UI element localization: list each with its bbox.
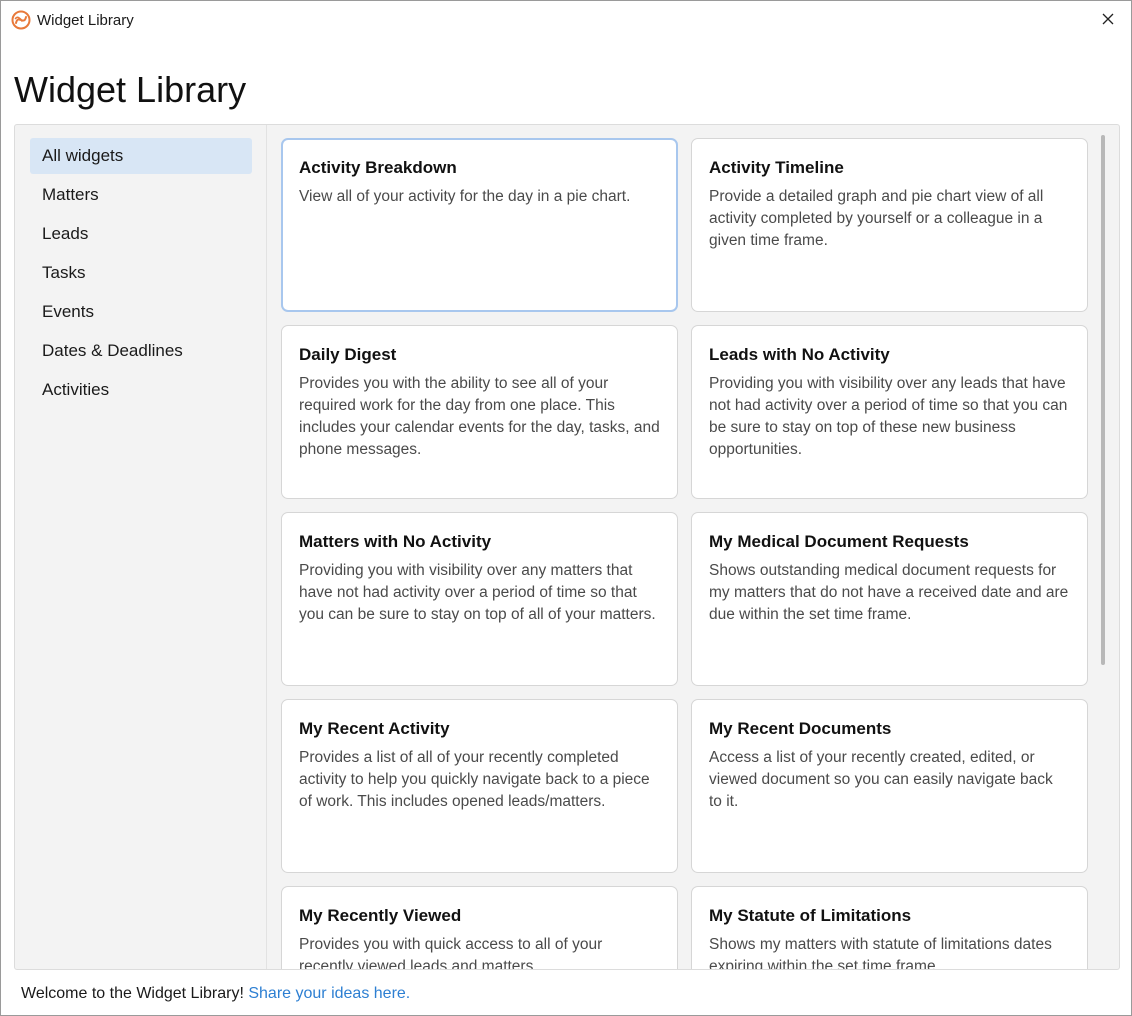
widget-description: Provide a detailed graph and pie chart v…	[709, 188, 1044, 249]
sidebar-item-all-widgets[interactable]: All widgets	[30, 138, 252, 174]
widget-description: Provides a list of all of your recently …	[299, 749, 650, 810]
page-title: Widget Library	[14, 69, 247, 110]
widget-card-leads-no-activity[interactable]: Leads with No Activity Providing you wit…	[691, 325, 1088, 499]
window-title: Widget Library	[37, 12, 134, 29]
widget-title: My Recently Viewed	[299, 906, 462, 925]
widget-title: Activity Timeline	[709, 158, 844, 177]
widget-description: Access a list of your recently created, …	[709, 749, 1053, 810]
close-icon	[1102, 12, 1114, 30]
widget-description: Shows my matters with statute of limitat…	[709, 936, 1052, 970]
category-sidebar: All widgets Matters Leads Tasks Events D…	[15, 125, 267, 969]
widget-card-grid: Activity Breakdown View all of your acti…	[281, 138, 1091, 970]
sidebar-item-leads[interactable]: Leads	[30, 216, 252, 252]
widget-card-recent-documents[interactable]: My Recent Documents Access a list of you…	[691, 699, 1088, 873]
share-ideas-link[interactable]: Share your ideas here.	[248, 985, 410, 1002]
widget-description: Providing you with visibility over any l…	[709, 375, 1068, 458]
library-panel: All widgets Matters Leads Tasks Events D…	[14, 124, 1120, 970]
sidebar-item-matters[interactable]: Matters	[30, 177, 252, 213]
widget-description: Shows outstanding medical document reque…	[709, 562, 1069, 623]
widget-card-activity-breakdown[interactable]: Activity Breakdown View all of your acti…	[281, 138, 678, 312]
widget-card-recent-activity[interactable]: My Recent Activity Provides a list of al…	[281, 699, 678, 873]
widget-title: Daily Digest	[299, 345, 397, 364]
widget-title: My Recent Activity	[299, 719, 450, 738]
widget-description: Providing you with visibility over any m…	[299, 562, 656, 623]
widget-title: Leads with No Activity	[709, 345, 890, 364]
widget-card-daily-digest[interactable]: Daily Digest Provides you with the abili…	[281, 325, 678, 499]
sidebar-item-tasks[interactable]: Tasks	[30, 255, 252, 291]
widget-title: Matters with No Activity	[299, 532, 492, 551]
close-button[interactable]	[1085, 1, 1131, 41]
widget-card-recently-viewed[interactable]: My Recently Viewed Provides you with qui…	[281, 886, 678, 970]
title-bar: Widget Library	[1, 1, 1131, 41]
footer-text: Welcome to the Widget Library!	[21, 985, 249, 1002]
widget-title: My Statute of Limitations	[709, 906, 912, 925]
sidebar-item-dates-deadlines[interactable]: Dates & Deadlines	[30, 333, 252, 369]
sidebar-item-events[interactable]: Events	[30, 294, 252, 330]
widget-card-statute-of-limitations[interactable]: My Statute of Limitations Shows my matte…	[691, 886, 1088, 970]
widget-description: Provides you with quick access to all of…	[299, 936, 603, 970]
footer-message: Welcome to the Widget Library! Share you…	[21, 985, 410, 1003]
sidebar-item-activities[interactable]: Activities	[30, 372, 252, 408]
widget-title: Activity Breakdown	[299, 158, 457, 177]
widget-description: View all of your activity for the day in…	[299, 188, 631, 205]
widget-card-matters-no-activity[interactable]: Matters with No Activity Providing you w…	[281, 512, 678, 686]
widget-card-activity-timeline[interactable]: Activity Timeline Provide a detailed gra…	[691, 138, 1088, 312]
widget-library-window: Widget Library Widget Library All widget…	[0, 0, 1132, 1016]
widget-title: My Medical Document Requests	[709, 532, 969, 551]
vertical-scrollbar[interactable]	[1101, 135, 1105, 665]
widget-card-medical-document-requests[interactable]: My Medical Document Requests Shows outst…	[691, 512, 1088, 686]
app-logo-icon	[11, 10, 31, 30]
widget-description: Provides you with the ability to see all…	[299, 375, 660, 458]
widget-title: My Recent Documents	[709, 719, 892, 738]
